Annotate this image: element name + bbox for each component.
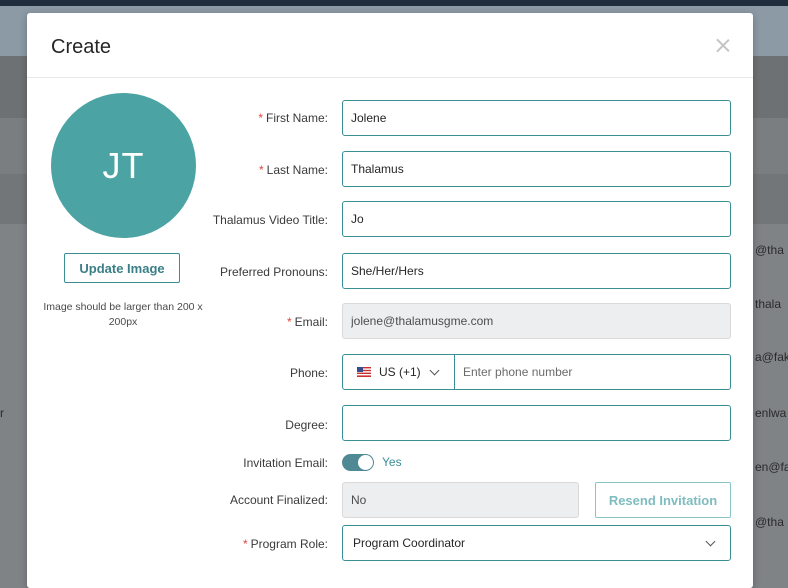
account-finalized-field bbox=[342, 482, 579, 518]
invitation-email-value: Yes bbox=[382, 455, 402, 469]
country-code-select[interactable]: US (+1) bbox=[343, 355, 455, 389]
background-row-text: @tha bbox=[755, 515, 784, 529]
first-name-field[interactable] bbox=[342, 100, 731, 136]
modal-title: Create bbox=[51, 36, 112, 58]
required-mark: * bbox=[258, 111, 263, 125]
background-row-text: @tha bbox=[755, 243, 784, 257]
required-mark: * bbox=[258, 163, 264, 177]
chevron-down-icon bbox=[429, 365, 440, 375]
program-role-label-text: Program Role: bbox=[250, 537, 328, 551]
last-name-label-text: Last Name: bbox=[266, 163, 328, 177]
resend-invitation-button[interactable]: Resend Invitation bbox=[595, 482, 731, 518]
image-size-hint: Image should be larger than 200 x 200px bbox=[43, 301, 203, 328]
toggle-knob bbox=[358, 455, 373, 470]
degree-label: Degree: bbox=[285, 418, 328, 432]
email-field bbox=[342, 303, 731, 339]
create-modal: Create JT Update Image Image should be l… bbox=[27, 13, 753, 588]
account-finalized-label: Account Finalized: bbox=[229, 493, 328, 507]
pronouns-label: Preferred Pronouns: bbox=[219, 265, 328, 279]
first-name-label-text: First Name: bbox=[265, 111, 328, 125]
close-icon[interactable] bbox=[715, 37, 731, 53]
program-role-select[interactable]: Program Coordinator bbox=[342, 525, 731, 561]
phone-field-group: US (+1) bbox=[342, 354, 731, 390]
program-role-value: Program Coordinator bbox=[353, 536, 466, 550]
required-mark: * bbox=[242, 537, 248, 551]
email-label-text: Email: bbox=[294, 315, 328, 329]
program-role-label: * Program Role: bbox=[243, 537, 328, 551]
first-name-label: * First Name: bbox=[258, 111, 328, 125]
background-row-text: enlwa bbox=[755, 406, 787, 420]
email-label: * Email: bbox=[287, 315, 328, 329]
phone-number-input[interactable] bbox=[455, 355, 730, 389]
required-mark: * bbox=[286, 315, 292, 329]
avatar: JT bbox=[51, 93, 196, 238]
chevron-down-icon bbox=[705, 536, 716, 546]
background-row-text: thala bbox=[755, 297, 782, 311]
background-row-text: en@fa bbox=[755, 460, 788, 474]
update-image-button[interactable]: Update Image bbox=[64, 253, 180, 283]
background-row-text: r bbox=[0, 406, 4, 420]
last-name-field[interactable] bbox=[342, 151, 731, 187]
pronouns-field[interactable] bbox=[342, 253, 731, 289]
background-row-text: a@fak bbox=[755, 350, 788, 364]
phone-label: Phone: bbox=[289, 366, 328, 380]
video-title-label: Thalamus Video Title: bbox=[212, 213, 328, 227]
country-code-value: US (+1) bbox=[379, 365, 421, 379]
modal-header: Create bbox=[27, 13, 753, 78]
last-name-label: * Last Name: bbox=[259, 163, 328, 177]
degree-field[interactable] bbox=[342, 405, 731, 441]
us-flag-icon bbox=[357, 367, 371, 377]
invitation-email-toggle[interactable] bbox=[342, 454, 374, 471]
video-title-field[interactable] bbox=[342, 201, 731, 237]
invitation-email-label: Invitation Email: bbox=[243, 456, 328, 470]
